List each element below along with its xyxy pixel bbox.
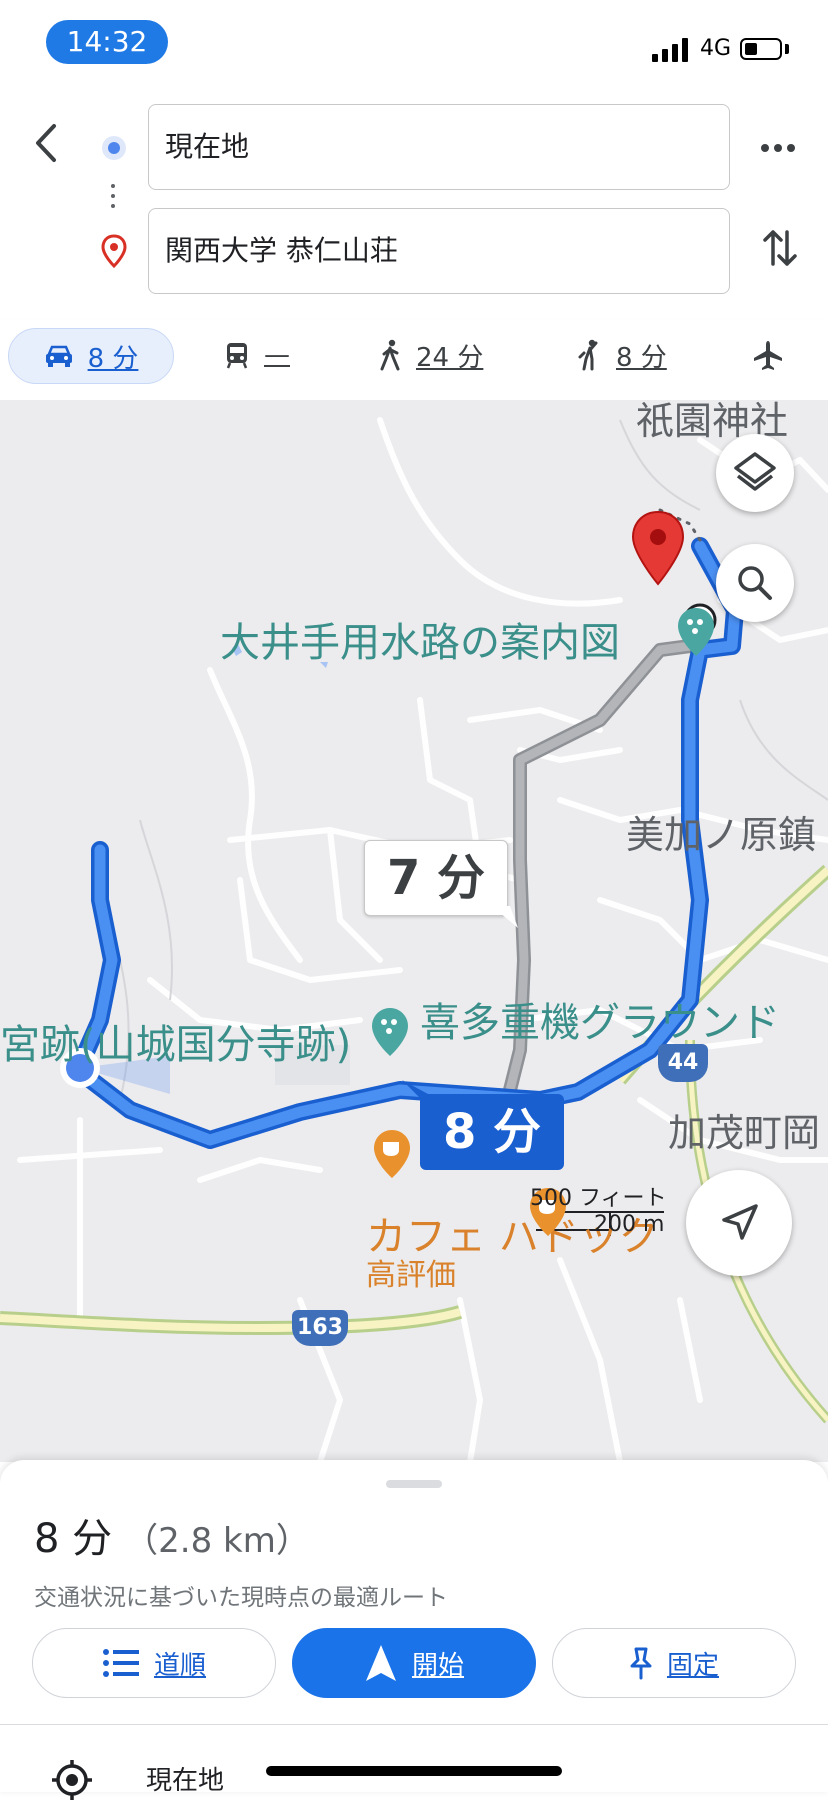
sheet-drag-handle[interactable]: [386, 1480, 442, 1488]
map-label-guide-map[interactable]: 大井手用水路の案内図: [220, 610, 620, 668]
pin-icon: [630, 1647, 652, 1680]
main-callout-tail: [402, 1080, 428, 1106]
layers-icon: [734, 452, 776, 491]
network-label: 4G: [700, 36, 732, 61]
steps-button[interactable]: 道順: [32, 1628, 276, 1698]
mode-walk-label: 24 分: [416, 342, 484, 373]
main-route-time-callout[interactable]: 8 分: [420, 1094, 564, 1170]
origin-dot-icon: [102, 136, 126, 160]
battery-icon: [740, 38, 782, 60]
destination-map-pin-icon[interactable]: [630, 510, 686, 586]
car-icon: [45, 345, 72, 367]
route-description: 交通状況に基づいた現時点の最適ルート: [34, 1585, 448, 1611]
mode-drive[interactable]: 8 分: [8, 328, 174, 384]
start-button[interactable]: 開始: [292, 1628, 536, 1698]
origin-field[interactable]: 現在地: [148, 104, 730, 190]
navigation-start-icon: [365, 1645, 396, 1681]
my-location-icon: [52, 1760, 92, 1800]
signal-icon: [652, 38, 688, 62]
mode-flight[interactable]: [752, 328, 784, 382]
train-icon: [226, 343, 248, 369]
ride-hail-icon: [578, 339, 598, 371]
layers-button[interactable]: [716, 434, 794, 512]
mode-transit-label: —: [264, 340, 290, 370]
connector-dots: [110, 184, 116, 214]
first-step-label: 現在地: [146, 1766, 225, 1796]
status-bar: 14:32 4G: [0, 0, 828, 92]
alt-route-time-callout[interactable]: 7 分: [364, 840, 508, 916]
mode-walk[interactable]: 24 分: [378, 328, 483, 382]
home-indicator[interactable]: [266, 1766, 562, 1776]
cafe-poi-icon[interactable]: [372, 1128, 412, 1180]
status-time: 14:32: [46, 20, 168, 64]
steps-button-label: 道順: [153, 1650, 206, 1681]
map-base: [0, 417, 828, 1462]
mode-transit[interactable]: —: [224, 328, 290, 382]
travel-mode-bar: 8 分 — 24 分 8 分: [0, 320, 828, 400]
guide-map-poi-icon[interactable]: [676, 606, 716, 658]
swap-icon[interactable]: [762, 226, 798, 270]
battery-tip: [785, 44, 789, 54]
scale-feet: 500 フィート: [530, 1186, 667, 1211]
route-163-shield: 163: [292, 1310, 348, 1346]
mode-drive-label: 8 分: [87, 343, 139, 374]
route-44-shield: 44: [658, 1044, 708, 1082]
map-view[interactable]: 祇園神社 大井手用水路の案内図 美加ノ原鎮 宮跡(山城国分寺跡) 喜多重機グラウ…: [0, 400, 828, 1462]
map-label-kamo: 加茂町岡: [668, 1111, 821, 1155]
route-distance: （2.8 km）: [124, 1521, 310, 1561]
pin-button-label: 固定: [666, 1650, 719, 1681]
start-button-label: 開始: [411, 1650, 464, 1681]
map-label-cafe-rating: 高評価: [366, 1258, 456, 1293]
recenter-button[interactable]: [686, 1170, 792, 1276]
scale-meters: 200 m: [594, 1212, 665, 1237]
list-icon: [102, 1649, 139, 1677]
navigation-arrow-icon: [722, 1204, 758, 1240]
walk-icon: [380, 339, 400, 371]
search-icon: [738, 566, 772, 600]
mode-ride-label: 8 分: [616, 342, 667, 373]
sheet-divider: [0, 1724, 828, 1725]
route-summary: 8 分 （2.8 km）: [34, 1506, 310, 1564]
route-time: 8 分: [34, 1516, 113, 1562]
route-summary-sheet: 8 分（2.8 km） 交通状況に基づいた現時点の最適ルート 道順 開始 固定 …: [0, 1460, 828, 1800]
more-options-icon[interactable]: [760, 140, 796, 156]
mode-ride[interactable]: 8 分: [576, 328, 667, 382]
temple-poi-icon[interactable]: [370, 1006, 410, 1058]
alt-callout-tail: [492, 906, 518, 928]
airplane-icon: [754, 341, 782, 370]
back-arrow-icon[interactable]: [26, 118, 66, 168]
destination-field[interactable]: 関西大学 恭仁山荘: [148, 208, 730, 294]
search-along-route-button[interactable]: [716, 544, 794, 622]
pin-button[interactable]: 固定: [552, 1628, 796, 1698]
map-label-minohara: 美加ノ原鎮: [626, 813, 817, 857]
map-label-temple[interactable]: 宮跡(山城国分寺跡): [0, 1012, 351, 1070]
destination-pin-icon: [101, 234, 127, 268]
map-label-ground[interactable]: 喜多重機グラウンド: [420, 990, 780, 1048]
